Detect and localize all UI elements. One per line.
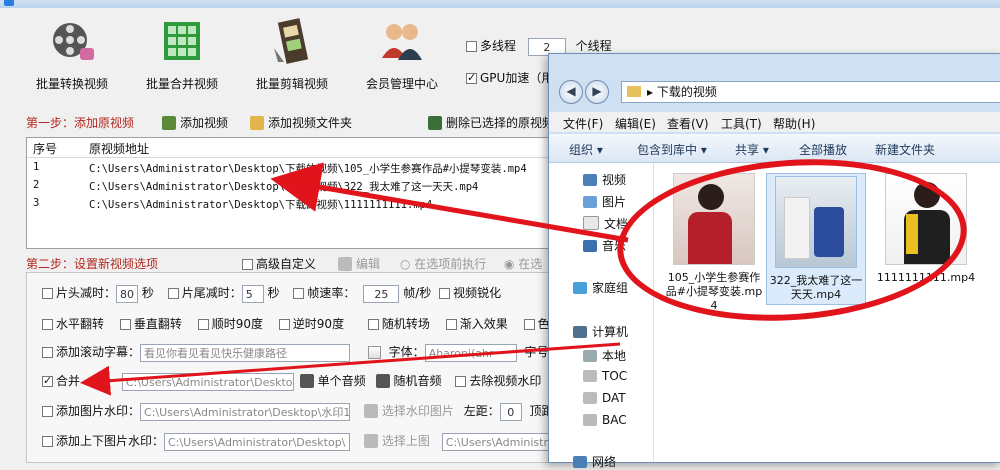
drag-arrow-icon	[270, 162, 629, 243]
annotation-arrows	[80, 162, 629, 396]
pointer-arrow-icon	[80, 342, 621, 396]
